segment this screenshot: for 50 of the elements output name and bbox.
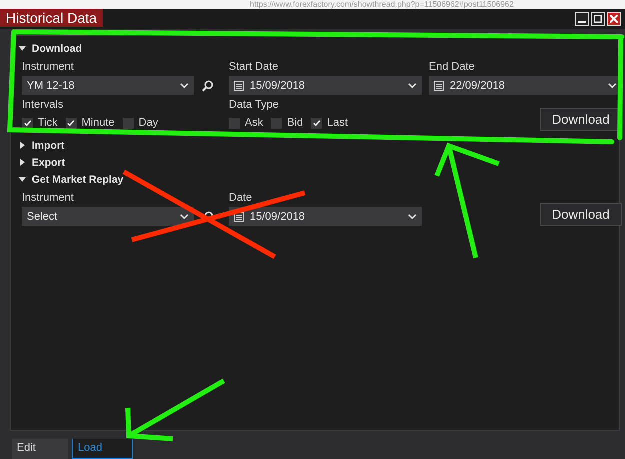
close-icon [610,15,618,23]
instrument-select[interactable]: Select [22,207,194,226]
field-label: Start Date [229,61,280,73]
field-label: Date [229,192,254,204]
date-picker[interactable]: 15/09/2018 [229,207,422,226]
field-label: Instrument [22,192,75,204]
checkbox-label: Day [138,117,158,129]
caret-icon [19,142,26,149]
checkbox-label: Tick [38,117,58,129]
tab[interactable]: Edit [12,439,68,459]
download-button[interactable]: Download [540,203,622,226]
chevron-icon [408,214,417,220]
checkbox-label: Last [327,117,348,129]
chevron-icon [408,82,417,88]
close-button[interactable] [607,12,621,26]
caret-icon [19,176,26,183]
checkbox-label: Ask [245,117,264,129]
address-text: https://www.forexfactory.com/showthread.php?p=11506962#post11506962 [250,0,515,9]
checkbox-label: Bid [287,117,304,129]
window-title: Historical Data [0,9,104,27]
checkbox[interactable] [311,118,322,128]
maximize-button[interactable] [591,12,605,26]
caret-icon [19,45,26,52]
search-icon[interactable] [202,80,214,92]
caret-icon [19,159,26,166]
checkbox[interactable] [229,118,240,128]
group-label: Data Type [229,99,280,111]
maximize-icon [594,15,602,23]
field-label: End Date [429,61,476,73]
minimize-button[interactable] [575,12,589,26]
checkbox[interactable] [122,118,134,128]
date-picker[interactable]: 15/09/2018 [229,76,422,95]
section-header[interactable]: Export [19,154,611,171]
checkbox[interactable] [22,118,33,128]
section-header[interactable]: Import [19,137,611,154]
checkbox[interactable] [271,118,282,128]
group-label: Intervals [22,99,65,111]
calendar-icon [234,80,244,90]
chevron-icon [180,82,189,88]
section-header[interactable]: Get Market Replay [19,171,611,188]
section-header[interactable]: Download [19,40,611,57]
tab[interactable]: Load [72,439,133,459]
field-label: Instrument [22,61,75,73]
checkbox-label: Minute [82,117,115,129]
calendar-icon [434,80,444,90]
instrument-select[interactable]: YM 12-18 [22,76,194,95]
chevron-icon [180,214,189,220]
chevron-icon [608,82,617,88]
calendar-icon [234,212,244,222]
checkbox[interactable] [66,118,77,128]
